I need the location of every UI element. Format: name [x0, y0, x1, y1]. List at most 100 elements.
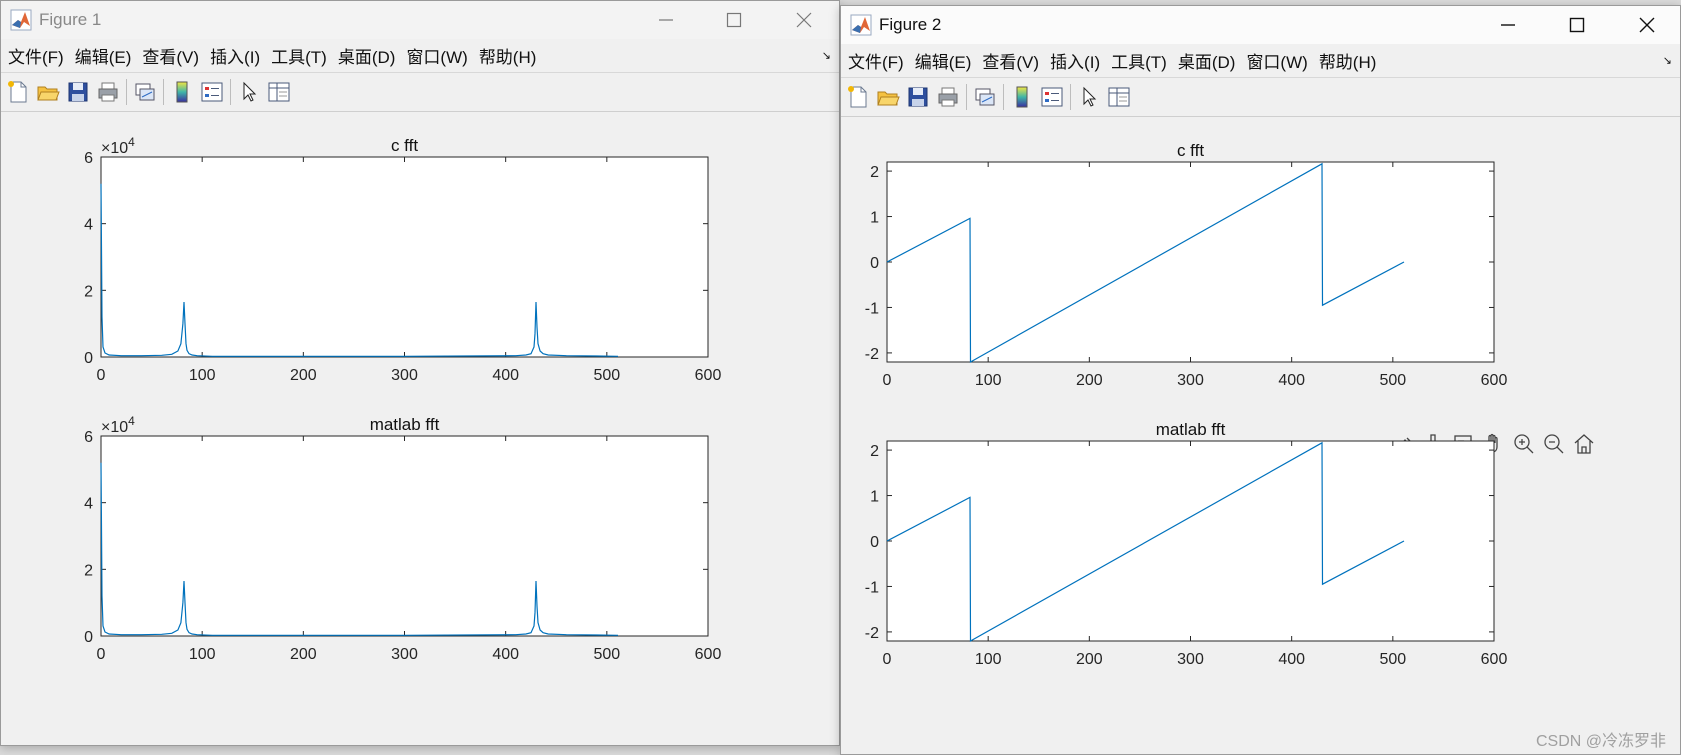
x-tick-label: 0: [883, 651, 892, 668]
menu-bar: 文件(F) 编辑(E) 查看(V) 插入(I) 工具(T) 桌面(D) 窗口(W…: [841, 44, 1680, 77]
x-tick-label: 600: [695, 367, 722, 384]
axes-1: 0 100 200 300 400 500 600 0 2 4 6 c fft ×104: [84, 135, 721, 384]
x-tick-label: 0: [97, 367, 106, 384]
menu-tools[interactable]: 工具(T): [268, 43, 335, 68]
x-tick-label: 500: [593, 646, 620, 663]
menu-overflow-icon[interactable]: ↘: [1663, 54, 1672, 67]
pointer-icon: [1083, 86, 1097, 107]
property-inspector-button[interactable]: [1104, 81, 1134, 113]
minimize-icon: [659, 19, 673, 21]
window-title: Figure 2: [879, 15, 942, 34]
x-tick-label: 0: [883, 372, 892, 389]
save-icon: [68, 82, 88, 102]
save-button[interactable]: [63, 76, 93, 108]
menu-view[interactable]: 查看(V): [979, 48, 1047, 73]
figure-1-titlebar[interactable]: Figure 1: [1, 1, 839, 39]
new-figure-icon: [848, 86, 867, 108]
y-tick-label: 0: [870, 255, 879, 272]
menu-file[interactable]: 文件(F): [5, 43, 72, 68]
minimize-button[interactable]: [635, 1, 697, 39]
x-tick-label: 600: [695, 646, 722, 663]
zoom-in-icon[interactable]: [1514, 434, 1534, 454]
menu-window[interactable]: 窗口(W): [403, 43, 475, 68]
y-tick-label: 2: [870, 164, 879, 181]
menu-desktop[interactable]: 桌面(D): [1175, 48, 1244, 73]
y-exponent-power: 4: [128, 414, 135, 428]
new-figure-icon: [8, 81, 27, 103]
y-exponent-label: ×104: [101, 135, 135, 157]
menu-file[interactable]: 文件(F): [845, 48, 912, 73]
open-file-button[interactable]: [33, 76, 63, 108]
menu-tools[interactable]: 工具(T): [1108, 48, 1175, 73]
y-tick-label: 1: [870, 489, 879, 506]
menu-help[interactable]: 帮助(H): [476, 43, 545, 68]
axes-title: matlab fft: [1156, 420, 1226, 439]
x-tick-label: 500: [1379, 651, 1406, 668]
pointer-button[interactable]: [234, 76, 264, 108]
colorbar-icon: [1016, 86, 1028, 108]
window-title: Figure 1: [39, 10, 102, 29]
x-tick-label: 400: [492, 646, 519, 663]
link-plot-button[interactable]: [130, 76, 160, 108]
figure-2-titlebar[interactable]: Figure 2: [841, 6, 1680, 44]
save-icon: [908, 87, 928, 107]
menu-window[interactable]: 窗口(W): [1243, 48, 1315, 73]
home-icon[interactable]: [1574, 434, 1594, 454]
close-button[interactable]: [1616, 6, 1678, 44]
x-tick-label: 500: [1379, 372, 1406, 389]
y-tick-label: 1: [870, 210, 879, 227]
new-figure-button[interactable]: [3, 76, 33, 108]
menu-overflow-icon[interactable]: ↘: [822, 49, 831, 62]
open-file-button[interactable]: [873, 81, 903, 113]
new-figure-button[interactable]: [843, 81, 873, 113]
menu-view[interactable]: 查看(V): [139, 43, 207, 68]
print-button[interactable]: [933, 81, 963, 113]
y-tick-label: 4: [84, 217, 93, 234]
x-tick-label: 0: [97, 646, 106, 663]
x-tick-label: 400: [1278, 651, 1305, 668]
x-tick-label: 300: [1177, 372, 1204, 389]
colorbar-button[interactable]: [1007, 81, 1037, 113]
menu-desktop[interactable]: 桌面(D): [335, 43, 404, 68]
watermark: CSDN @冷冻罗非: [1535, 733, 1666, 750]
menu-insert[interactable]: 插入(I): [207, 43, 268, 68]
maximize-icon: [1569, 17, 1585, 33]
colorbar-button[interactable]: [167, 76, 197, 108]
minimize-icon: [1501, 24, 1515, 26]
toolbar-separator: [126, 79, 127, 105]
legend-icon: [201, 82, 223, 102]
x-tick-label: 400: [1278, 372, 1305, 389]
menu-help[interactable]: 帮助(H): [1316, 48, 1385, 73]
x-tick-label: 200: [1076, 651, 1103, 668]
y-tick-label: -2: [865, 346, 879, 363]
axes-4: 0 100 200 300 400 500 600 -2 -1 0 1 2 matlab fft: [865, 420, 1508, 668]
y-tick-label: 0: [870, 534, 879, 551]
property-inspector-icon: [268, 82, 290, 102]
save-button[interactable]: [903, 81, 933, 113]
menu-edit[interactable]: 编辑(E): [912, 48, 980, 73]
figure-2-window[interactable]: Figure 2 文件(F) 编辑(E) 查看(V) 插入(I) 工具(T) 桌…: [840, 5, 1681, 755]
maximize-button[interactable]: [703, 1, 765, 39]
pointer-button[interactable]: [1074, 81, 1104, 113]
open-file-icon: [877, 91, 900, 106]
maximize-button[interactable]: [1546, 6, 1608, 44]
pointer-icon: [243, 81, 257, 102]
menu-edit[interactable]: 编辑(E): [72, 43, 140, 68]
legend-button[interactable]: [197, 76, 227, 108]
property-inspector-icon: [1108, 87, 1130, 107]
zoom-out-icon[interactable]: [1544, 434, 1564, 454]
axes-2: 0 100 200 300 400 500 600 0 2 4 6 matlab fft ×104: [84, 414, 721, 663]
menu-insert[interactable]: 插入(I): [1047, 48, 1108, 73]
legend-button[interactable]: [1037, 81, 1067, 113]
print-button[interactable]: [93, 76, 123, 108]
property-inspector-button[interactable]: [264, 76, 294, 108]
close-button[interactable]: [773, 1, 835, 39]
y-tick-label: 2: [84, 283, 93, 300]
minimize-button[interactable]: [1477, 6, 1539, 44]
x-tick-label: 500: [593, 367, 620, 384]
toolbar-separator: [966, 84, 967, 110]
figure-1-window[interactable]: Figure 1 文件(F) 编辑(E) 查看(V) 插入(I) 工具(T) 桌…: [0, 0, 840, 746]
figure-1-plot-area: 0 100 200 300 400 500 600 0 2 4 6 c fft ×104 0 100 200 3…: [84, 135, 721, 663]
link-plot-button[interactable]: [970, 81, 1000, 113]
link-plot-icon: [135, 83, 155, 101]
